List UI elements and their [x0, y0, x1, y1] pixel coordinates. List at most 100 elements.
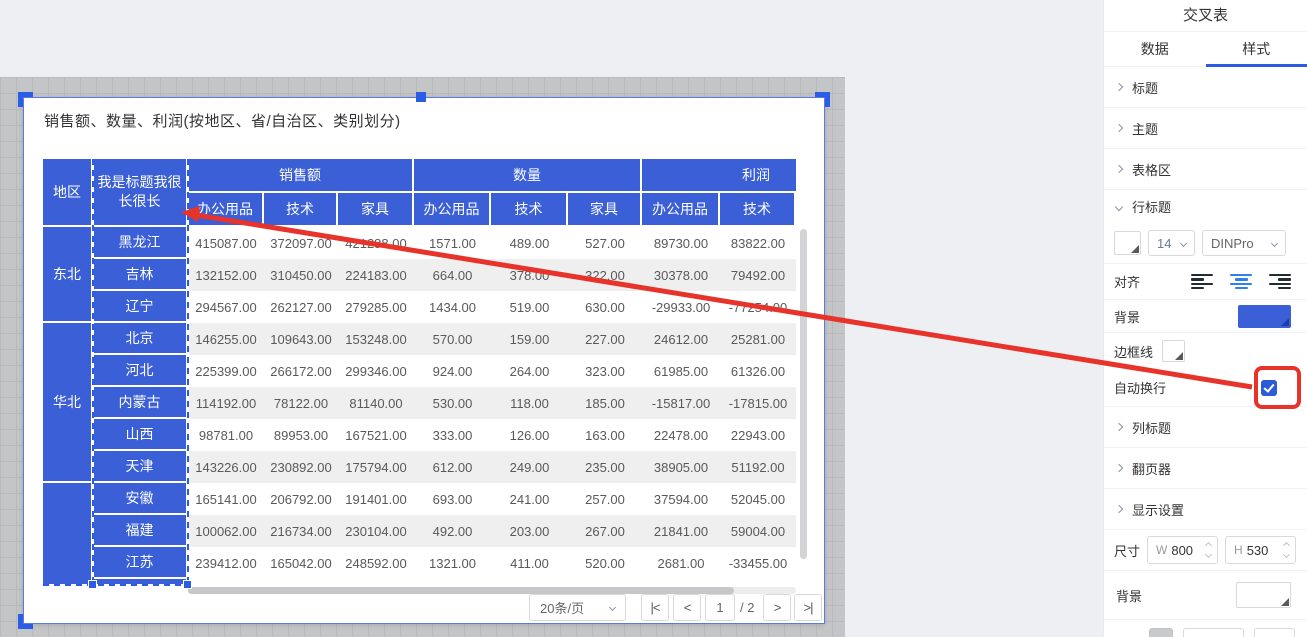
- data-cell: 239412.00: [188, 547, 264, 579]
- font-size-select[interactable]: 14: [1148, 230, 1195, 256]
- section-主题[interactable]: 主题: [1104, 108, 1307, 149]
- height-stepper-arrows[interactable]: [1277, 537, 1295, 563]
- prev-page-button[interactable]: <: [673, 594, 701, 621]
- data-cell: 230104.00: [338, 515, 414, 547]
- data-cell: 235.00: [568, 451, 642, 483]
- resize-handle-top-left[interactable]: [18, 92, 33, 107]
- measure-column-header[interactable]: 办公用品: [188, 193, 264, 227]
- widget-background-swatch[interactable]: [1236, 582, 1291, 608]
- measure-column-header[interactable]: 家具: [338, 193, 414, 227]
- section-标题[interactable]: 标题: [1104, 67, 1307, 108]
- font-family-select[interactable]: DINPro: [1202, 230, 1286, 256]
- partial-control[interactable]: [1183, 628, 1244, 637]
- data-cell: 294567.00: [188, 291, 264, 323]
- section-row-header[interactable]: 行标题: [1104, 190, 1307, 223]
- data-cell: 248592.00: [338, 547, 414, 579]
- width-stepper-arrows[interactable]: [1199, 537, 1217, 563]
- data-cell: -15817.00: [642, 387, 720, 419]
- height-stepper[interactable]: H 530: [1225, 536, 1296, 564]
- section-显示设置[interactable]: 显示设置: [1104, 489, 1307, 530]
- last-page-button[interactable]: >|: [794, 594, 822, 621]
- selection-handle-right[interactable]: [183, 580, 192, 589]
- province-cell[interactable]: 山西: [93, 419, 188, 451]
- region-group-cell[interactable]: [43, 483, 93, 586]
- province-cell[interactable]: 福建: [93, 515, 188, 547]
- chevron-right-icon: [1115, 83, 1123, 91]
- measure-column-header[interactable]: 技术: [491, 193, 568, 227]
- measure-column-header[interactable]: 办公用品: [642, 193, 720, 227]
- table-viewport: 地区我是标题我很长很长销售额办公用品技术家具数量办公用品技术家具利润办公用品技术…: [43, 159, 796, 586]
- province-cell[interactable]: 江苏: [93, 547, 188, 579]
- section-表格区[interactable]: 表格区: [1104, 149, 1307, 190]
- province-cell[interactable]: 北京: [93, 323, 188, 355]
- measure-group-header[interactable]: 利润: [642, 159, 796, 193]
- measure-column-header[interactable]: 技术: [720, 193, 796, 227]
- data-cell: 519.00: [491, 291, 568, 323]
- section-翻页器[interactable]: 翻页器: [1104, 448, 1307, 489]
- data-cell: 224183.00: [338, 259, 414, 291]
- tab-数据[interactable]: 数据: [1104, 32, 1206, 66]
- partial-control[interactable]: [1149, 628, 1173, 637]
- data-cell: 165141.00: [188, 483, 264, 515]
- page-size-select[interactable]: 20条/页: [529, 594, 626, 621]
- resize-handle-top-middle[interactable]: [416, 92, 426, 102]
- width-stepper[interactable]: W 800: [1147, 536, 1218, 564]
- region-group-cell[interactable]: 东北: [43, 227, 93, 323]
- measure-column-header[interactable]: 家具: [568, 193, 642, 227]
- measure-group-header[interactable]: 销售额: [188, 159, 414, 193]
- table-vertical-scrollbar[interactable]: [800, 229, 807, 559]
- region-group-cell[interactable]: 华北: [43, 323, 93, 483]
- tab-样式[interactable]: 样式: [1206, 32, 1307, 66]
- corner-header-cell[interactable]: 地区: [43, 159, 93, 227]
- resize-handle-top-right[interactable]: [815, 92, 830, 107]
- data-cell: 79492.00: [720, 259, 796, 291]
- partial-control[interactable]: [1254, 628, 1295, 637]
- font-family-value: DINPro: [1211, 236, 1254, 251]
- data-cell: 216734.00: [264, 515, 338, 547]
- background-row: 背景: [1104, 299, 1307, 332]
- align-right-icon[interactable]: [1269, 274, 1291, 290]
- chevron-right-icon: [1115, 423, 1123, 431]
- province-cell[interactable]: 河北: [93, 355, 188, 387]
- data-cell: 81140.00: [338, 387, 414, 419]
- cross-table: 地区我是标题我很长很长销售额办公用品技术家具数量办公用品技术家具利润办公用品技术…: [43, 159, 796, 586]
- table-horizontal-scrollbar-thumb[interactable]: [188, 587, 734, 594]
- align-center-icon[interactable]: [1230, 274, 1252, 290]
- data-cell: 323.00: [568, 355, 642, 387]
- border-color-swatch[interactable]: [1162, 340, 1185, 362]
- province-cell[interactable]: 安徽: [93, 483, 188, 515]
- auto-wrap-checkbox[interactable]: [1261, 380, 1277, 396]
- province-cell[interactable]: 辽宁: [93, 291, 188, 323]
- measure-group-header[interactable]: 数量: [414, 159, 642, 193]
- align-left-icon[interactable]: [1191, 274, 1213, 290]
- next-page-button[interactable]: >: [763, 594, 791, 621]
- data-cell: -33455.00: [720, 547, 796, 579]
- font-color-swatch[interactable]: [1114, 231, 1141, 255]
- chevron-down-icon: [1180, 239, 1187, 246]
- section-label: 行标题: [1132, 197, 1171, 216]
- data-cell: 520.00: [568, 547, 642, 579]
- section-列标题[interactable]: 列标题: [1104, 407, 1307, 448]
- current-page-input[interactable]: [705, 594, 735, 621]
- measure-column-header[interactable]: 技术: [264, 193, 338, 227]
- data-cell: 165042.00: [264, 547, 338, 579]
- province-cell[interactable]: 内蒙古: [93, 387, 188, 419]
- chevron-down-icon: [1271, 239, 1278, 246]
- row-dimension-header-cell[interactable]: 我是标题我很长很长: [93, 159, 188, 227]
- chevron-right-icon: [1115, 464, 1123, 472]
- background-color-swatch[interactable]: [1238, 305, 1291, 328]
- first-page-button[interactable]: |<: [641, 594, 669, 621]
- data-cell: 126.00: [491, 419, 568, 451]
- align-label: 对齐: [1114, 272, 1140, 291]
- selection-handle-left[interactable]: [88, 580, 97, 589]
- province-cell[interactable]: 吉林: [93, 259, 188, 291]
- section-label: 主题: [1132, 119, 1158, 138]
- measure-column-header[interactable]: 办公用品: [414, 193, 491, 227]
- cross-table-widget[interactable]: 销售额、数量、利润(按地区、省/自治区、类别划分) 地区我是标题我很长很长销售额…: [23, 97, 825, 624]
- data-cell: 143226.00: [188, 451, 264, 483]
- data-cell: 378.00: [491, 259, 568, 291]
- province-cell[interactable]: 黑龙江: [93, 227, 188, 259]
- province-cell[interactable]: 天津: [93, 451, 188, 483]
- chevron-down-icon: [1282, 551, 1289, 558]
- resize-handle-bottom-left[interactable]: [18, 614, 33, 629]
